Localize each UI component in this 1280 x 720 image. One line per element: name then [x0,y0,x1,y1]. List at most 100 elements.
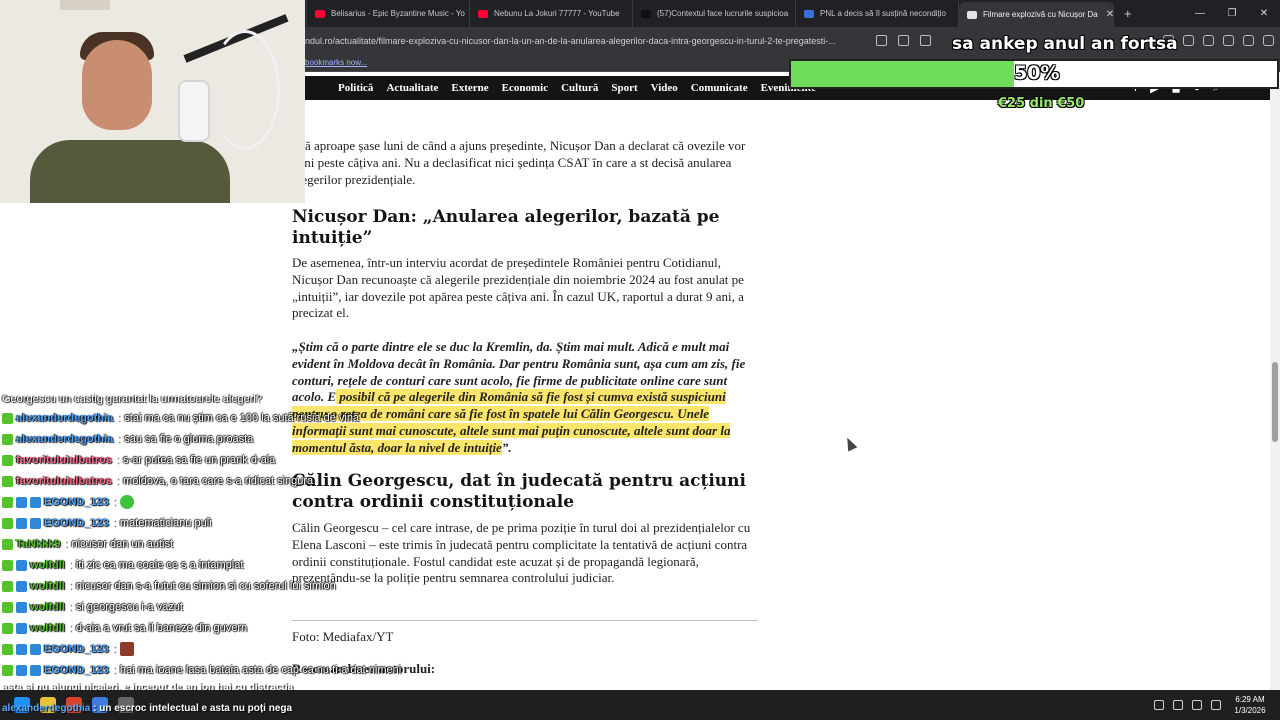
volume-icon[interactable] [1211,700,1221,710]
kick-badge-icon [2,517,13,529]
chat-separator: : [68,622,72,634]
chat-message: wolfdll: si georgescu i-a vazut [2,598,183,616]
article-intro-paragraph: upă aproape șase luni de când a ajuns pr… [292,138,746,187]
maximize-icon[interactable]: ❐ [1216,0,1248,27]
tab-title: Filmare explozivă cu Nicușor Da [983,10,1098,19]
nav-link[interactable]: Sport [611,82,637,94]
translate-icon[interactable] [876,35,887,46]
article-paragraph-interview: De asemenea, într-un interviu acordat de… [292,255,744,321]
chat-username: EGOND_123 [44,496,109,508]
streamer-face [82,40,152,130]
chat-message: TaNkkk9: nicusor dan un autist [2,535,173,553]
chat-username: alexanderdegothia [16,412,114,424]
chat-username: alexanderdegothia [16,433,114,445]
sub-badge-icon [16,643,27,655]
browser-tab[interactable]: Belisarius - Epic Byzantine Music - Yo [307,0,470,27]
nav-link[interactable]: Comunicate [691,82,748,94]
url-field[interactable]: ndul.ro/actualitate/filmare-exploziva-cu… [305,36,870,46]
shield-icon[interactable] [1243,35,1254,46]
chat-separator: : [112,517,116,529]
chat-bottom-text: : un escroc intelectual e asta nu poți n… [90,703,293,714]
browser-tab[interactable]: Nebunu La Jokuri 77777 - YouTube [470,0,633,27]
chat-username: wolfdll [30,559,65,571]
mic-tray-icon[interactable] [1173,700,1183,710]
tab-title: PNL a decis să îl susțină necondițio [820,9,946,18]
sub-badge-icon [16,496,27,508]
copilot-icon[interactable] [1223,35,1234,46]
clock-date: 1/3/2026 [1234,706,1266,715]
nav-link[interactable]: Politică [338,82,373,94]
article-paragraph-georgescu: Călin Georgescu – cel care intrase, de p… [292,520,751,586]
tab-title: Nebunu La Jokuri 77777 - YouTube [494,9,620,18]
new-tab-button[interactable]: + [1114,6,1142,21]
kick-badge-icon [2,496,13,508]
chat-message: EGOND_123: [2,640,134,658]
chat-username: favorituluialbatros [16,454,112,466]
quote-end: ”. [501,439,512,455]
chat-message-text: matematicianu puli [119,517,212,529]
extension-icons [1163,27,1274,54]
browser-tab[interactable]: PNL a decis să îl susțină necondițio [796,0,959,27]
reader-mode-icon[interactable] [898,35,909,46]
chat-separator: : [112,664,116,676]
menu-icon[interactable] [1263,35,1274,46]
wallet-icon[interactable] [1203,35,1214,46]
tab-strip: onn IBelisarius - Epic Byzantine Music -… [262,0,1114,27]
site-nav-links: Politică Actualitate Externe Economic Cultur… [338,76,816,100]
page-scrollbar[interactable] [1270,72,1280,690]
chat-separator: : [112,496,116,508]
chat-message: EGOND_123: [2,493,134,511]
chat-separator: : [115,454,120,466]
chat-message-text: nicusor dan un autist [71,538,174,550]
chat-username: EGOND_123 [44,643,109,655]
sub-badge-icon [30,517,41,529]
chat-message: wolfdll: iti zic ea ma coaie ce s a intam… [2,556,243,574]
chat-emote-icon [119,495,134,509]
scrollbar-thumb[interactable] [1272,362,1278,442]
chat-message-text: sau sa fie o gluma proasta [124,433,254,445]
chat-message-text: d-aia a vrut sa il baneze din guvern [75,622,248,634]
tab-active[interactable]: Filmare explozivă cu Nicușor Da ✕ [959,2,1114,27]
donation-goal-amount: €25 din €50 [998,96,1085,111]
chat-message-text: iti zic ea ma coaie ce s a intamplat [75,559,244,571]
network-icon[interactable] [1192,700,1202,710]
close-tab-icon[interactable]: ✕ [1106,9,1113,20]
sub-badge-icon [16,601,27,613]
tab-favicon-icon [478,9,488,18]
tab-title: Belisarius - Epic Byzantine Music - Yo [331,9,465,18]
chat-bottom-user: alexanderdegothia [2,703,91,714]
nav-link[interactable]: Actualitate [386,82,438,94]
nav-link[interactable]: Economic [502,82,548,94]
chat-separator: : [64,538,68,550]
sidebar-icon[interactable] [1183,35,1194,46]
window-controls: — ❐ ✕ [1184,0,1280,27]
nav-link[interactable]: Video [651,82,678,94]
share-icon[interactable] [920,35,931,46]
minimize-icon[interactable]: — [1184,0,1216,27]
chat-separator: : [68,559,72,571]
browser-tab[interactable]: (57)Contextul face lucrurile suspicioa [633,0,796,27]
sub-badge-icon [16,664,27,676]
chat-previous-message: Georgescu un castig garantat la urmatoar… [2,393,262,405]
chat-emote-icon [119,642,134,656]
chat-message-text: si georgescu i-a vazut [75,601,183,613]
close-window-icon[interactable]: ✕ [1248,0,1280,27]
clock-time: 6:29 AM [1235,695,1265,704]
kick-badge-icon [2,664,13,676]
import-bookmarks-link[interactable]: bookmarks now... [305,58,367,67]
chat-separator: : [68,580,72,592]
chat-separator: : [117,412,121,424]
address-bar-actions [876,27,931,54]
nav-link[interactable]: Cultură [561,82,598,94]
donation-goal-fill [791,61,1014,87]
chat-message: alexanderdegothia: stai ma ca nu știm ca … [2,409,359,427]
kick-badge-icon [2,454,13,466]
system-clock[interactable]: 6:29 AM 1/3/2026 [1226,694,1274,716]
chevron-up-icon[interactable] [1154,700,1164,710]
chat-message-text: stai ma ca nu știm ca e 100 la sută rusi… [124,412,360,424]
nav-link[interactable]: Externe [451,82,488,94]
chat-separator: : [112,643,116,655]
tab-favicon-icon [804,9,814,18]
kick-badge-icon [2,433,13,445]
chat-username: favorituluialbatros [16,475,112,487]
